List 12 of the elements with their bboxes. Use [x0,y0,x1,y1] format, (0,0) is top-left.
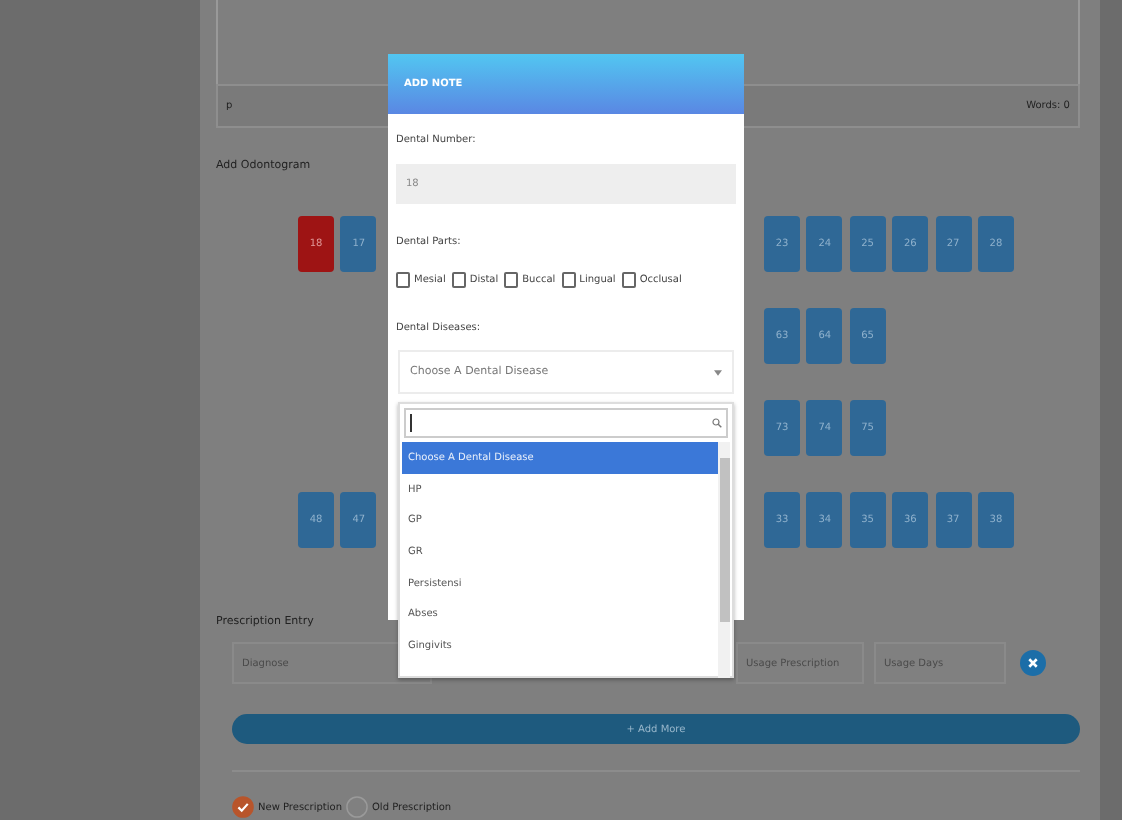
checkbox[interactable] [621,272,636,288]
remove-icon[interactable] [1020,650,1046,676]
radio-button[interactable] [346,796,368,818]
checkbox[interactable] [504,272,519,288]
checkbox[interactable] [561,272,576,288]
search-field[interactable] [404,408,728,438]
radio-button[interactable] [232,796,254,818]
caret-icon [714,369,722,375]
checkbox[interactable] [396,272,410,288]
checkbox[interactable] [451,272,466,288]
search-icon [712,418,722,428]
scrollbar[interactable] [718,442,730,678]
